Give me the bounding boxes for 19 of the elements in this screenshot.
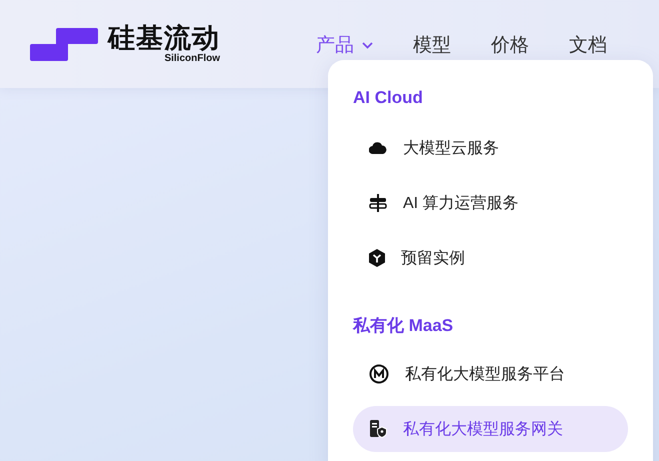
m-circle-icon [369, 364, 389, 384]
cloud-icon [369, 142, 387, 154]
nav-link[interactable]: 模型 [413, 32, 451, 58]
menu-item[interactable]: 预留实例 [353, 235, 628, 281]
section-heading: AI Cloud [353, 88, 424, 109]
server-stack-icon [369, 194, 387, 212]
menu-item[interactable]: AI 算力运营服务 [353, 180, 628, 226]
menu-item[interactable]: 私有化大模型服务网关 [353, 406, 628, 452]
nav-link[interactable]: 文档 [569, 32, 607, 58]
hexagon-icon [369, 249, 385, 267]
brand-name: 硅基流动 [108, 23, 220, 53]
nav-link[interactable]: 产品 [316, 32, 373, 58]
server-shield-icon [369, 420, 387, 438]
menu-item[interactable]: 大模型云服务 [353, 125, 628, 171]
nav-link[interactable]: 价格 [491, 32, 529, 58]
brand-subtitle: SiliconFlow [164, 53, 220, 65]
section-heading: 私有化 MaaS [353, 315, 454, 337]
menu-item[interactable]: 私有化大模型服务平台 [353, 351, 628, 397]
logo-icon [30, 28, 98, 60]
